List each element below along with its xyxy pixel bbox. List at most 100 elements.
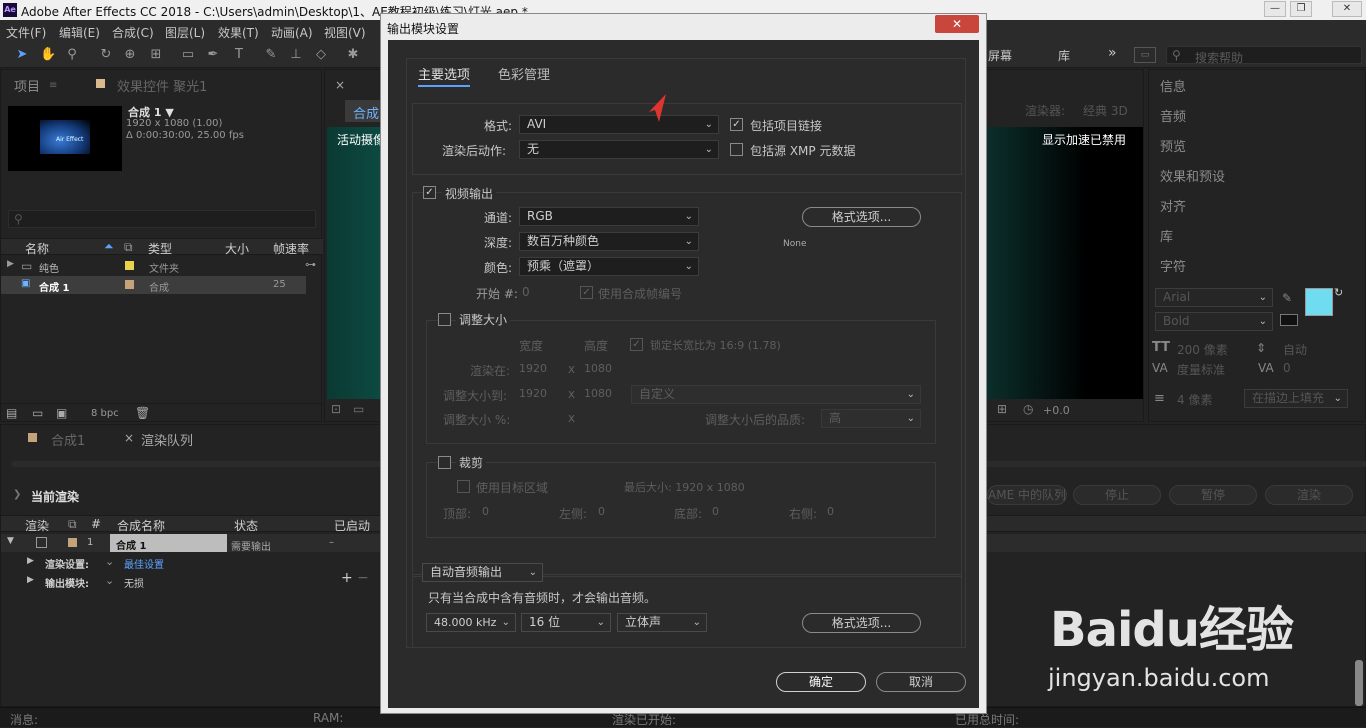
menu-icon[interactable]: ≡ [49, 80, 57, 91]
no-fill-icon[interactable] [1280, 314, 1298, 326]
ok-button[interactable]: 确定 [776, 672, 866, 692]
panel-library[interactable]: 库 [1160, 226, 1173, 245]
tab-render-queue[interactable]: 渲染队列 [141, 430, 193, 449]
col-size[interactable]: 大小 [225, 240, 249, 257]
resize-to-height[interactable]: 1080 [584, 387, 612, 400]
output-module-value[interactable]: 无损 [124, 575, 144, 590]
col-comp-name[interactable]: 合成名称 [117, 517, 165, 534]
new-comp-icon[interactable]: ▣ [56, 406, 67, 420]
panel-audio[interactable]: 音频 [1160, 106, 1186, 125]
hand-tool-icon[interactable]: ✋ [40, 47, 56, 63]
camera-tool-icon[interactable]: ⊕ [122, 47, 138, 63]
exposure-value[interactable]: +0.0 [1043, 404, 1070, 417]
stop-button[interactable]: 停止 [1073, 485, 1161, 505]
col-fps[interactable]: 帧速率 [273, 240, 309, 257]
pen-tool-icon[interactable]: ✒ [205, 47, 221, 63]
new-folder-icon[interactable]: ▭ [32, 406, 43, 420]
audio-rate-select[interactable]: 48.000 kHz ⌄ [426, 613, 516, 632]
tab-color-management[interactable]: 色彩管理 [498, 64, 550, 83]
rotate-tool-icon[interactable]: ↻ [98, 47, 114, 63]
video-format-options-button[interactable]: 格式选项... [802, 207, 921, 227]
format-select[interactable]: AVI ⌄ [519, 115, 719, 134]
video-output-checkbox[interactable]: ✓ [423, 186, 436, 199]
scrollbar[interactable] [1355, 660, 1363, 706]
render-settings-dropdown[interactable]: ⌄ [105, 555, 114, 568]
menu-effect[interactable]: 效果(T) [218, 24, 259, 41]
fill-color-swatch[interactable] [1305, 288, 1333, 316]
exposure-icon[interactable]: ◷ [1023, 402, 1033, 416]
anchor-tool-icon[interactable]: ⊞ [148, 47, 164, 63]
crop-left-value[interactable]: 0 [598, 505, 605, 518]
panel-effects-presets[interactable]: 效果和预设 [1160, 166, 1225, 185]
resize-quality-select[interactable]: 高 ⌄ [821, 409, 921, 428]
project-row[interactable]: ▣ 合成 1 合成 25 [1, 276, 306, 294]
resize-to-width[interactable]: 1920 [519, 387, 547, 400]
resize-checkbox[interactable] [438, 313, 451, 326]
sync-icon[interactable]: ▭ [1134, 47, 1156, 63]
close-tab-icon[interactable]: × [335, 78, 345, 92]
crop-top-value[interactable]: 0 [482, 505, 489, 518]
render-settings-value[interactable]: 最佳设置 [124, 556, 164, 571]
use-comp-frame-checkbox[interactable]: ✓ [580, 286, 593, 299]
selection-tool-icon[interactable]: ➤ [14, 47, 30, 63]
menu-composition[interactable]: 合成(C) [112, 24, 154, 41]
crop-right-value[interactable]: 0 [827, 505, 834, 518]
grid-icon[interactable]: ⊞ [997, 402, 1007, 416]
text-tool-icon[interactable]: T [231, 47, 247, 63]
panel-info[interactable]: 信息 [1160, 76, 1186, 95]
lock-aspect-checkbox[interactable]: ✓ [630, 338, 643, 351]
depth-select[interactable]: 数百万种颜色 ⌄ [519, 232, 699, 251]
leading-value[interactable]: 自动 [1283, 341, 1307, 358]
add-output-icon[interactable]: + [341, 570, 353, 586]
col-status[interactable]: 状态 [234, 517, 258, 534]
interpret-icon[interactable]: ▤ [6, 406, 17, 420]
stroke-mode-select[interactable]: 在描边上填充 ⌄ [1244, 389, 1348, 408]
tab-main-options[interactable]: 主要选项 [418, 64, 471, 87]
col-started[interactable]: 已启动 [334, 517, 370, 534]
post-render-select[interactable]: 无 ⌄ [519, 140, 719, 159]
window-close-button[interactable]: ✕ [1332, 1, 1362, 17]
expand-icon[interactable]: ▶ [27, 556, 34, 566]
menu-animation[interactable]: 动画(A) [271, 24, 313, 41]
project-row[interactable]: ▶ ▭ 纯色 文件夹 ⊶ [1, 257, 316, 275]
clone-tool-icon[interactable]: ⊥ [288, 47, 304, 63]
panel-character[interactable]: 字符 [1160, 256, 1186, 275]
cancel-button[interactable]: 取消 [876, 672, 966, 692]
dialog-close-button[interactable]: ✕ [935, 15, 979, 33]
flowchart-icon[interactable]: ⊶ [305, 258, 316, 271]
col-name[interactable]: 名称 [25, 240, 49, 257]
col-type[interactable]: 类型 [148, 240, 172, 257]
menu-view[interactable]: 视图(V) [324, 24, 366, 41]
use-roi-checkbox[interactable] [457, 480, 470, 493]
color-select[interactable]: 预乘（遮罩） ⌄ [519, 257, 699, 276]
queue-ame-button[interactable]: AME 中的队列 [987, 485, 1067, 505]
collapse-icon[interactable]: ▼ [7, 536, 14, 546]
crop-checkbox[interactable] [438, 456, 451, 469]
tab-comp1[interactable]: 合成1 [51, 430, 85, 449]
kerning-value[interactable]: 度量标准 [1177, 361, 1225, 378]
font-style-select[interactable]: Bold ⌄ [1155, 312, 1273, 331]
eyedropper-icon[interactable]: ✎ [1282, 291, 1292, 305]
expand-icon[interactable]: ▶ [27, 575, 34, 585]
swap-colors-icon[interactable]: ↻ [1334, 286, 1343, 299]
tracking-value[interactable]: 0 [1283, 361, 1291, 375]
crop-bottom-value[interactable]: 0 [712, 505, 719, 518]
snapshot-icon[interactable]: ⊡ [331, 402, 341, 416]
tab-comp[interactable]: 合成 [345, 100, 385, 122]
minimize-button[interactable]: — [1264, 1, 1286, 17]
panel-preview[interactable]: 预览 [1160, 136, 1186, 155]
audio-bits-select[interactable]: 16 位 ⌄ [521, 613, 611, 632]
expand-icon[interactable]: ❯ [13, 489, 21, 500]
bpc-button[interactable]: 8 bpc [91, 408, 119, 419]
search-help-input[interactable]: ⚲ 搜索帮助 [1166, 46, 1362, 65]
trash-icon[interactable]: 🗑 [135, 406, 150, 420]
expand-icon[interactable]: ▶ [7, 259, 14, 269]
eraser-tool-icon[interactable]: ◇ [313, 47, 329, 63]
render-checkbox[interactable] [36, 537, 47, 548]
maximize-button[interactable]: ❐ [1290, 1, 1312, 17]
workspace-more[interactable]: » [1108, 45, 1117, 61]
start-value[interactable]: 0 [522, 285, 530, 299]
include-link-checkbox[interactable]: ✓ [730, 118, 743, 131]
sort-icon[interactable]: ⏶ [104, 239, 114, 254]
renderer-value[interactable]: 经典 3D [1083, 102, 1128, 119]
